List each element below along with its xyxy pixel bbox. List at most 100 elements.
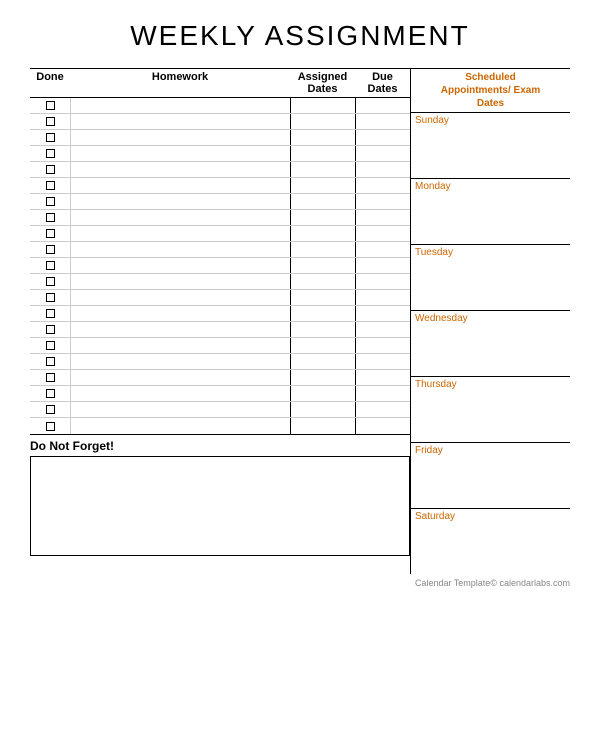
checkbox[interactable] [46, 293, 55, 302]
cell-homework[interactable] [70, 386, 290, 401]
cell-homework[interactable] [70, 130, 290, 145]
cell-homework[interactable] [70, 146, 290, 161]
cell-homework[interactable] [70, 338, 290, 353]
checkbox[interactable] [46, 277, 55, 286]
checkbox[interactable] [46, 373, 55, 382]
cell-homework[interactable] [70, 354, 290, 369]
checkbox[interactable] [46, 101, 55, 110]
cell-due[interactable] [355, 98, 410, 113]
checkbox[interactable] [46, 197, 55, 206]
cell-assigned[interactable] [290, 194, 355, 209]
cell-due[interactable] [355, 402, 410, 417]
cell-homework[interactable] [70, 194, 290, 209]
cell-assigned[interactable] [290, 226, 355, 241]
cell-assigned[interactable] [290, 418, 355, 434]
checkbox[interactable] [46, 245, 55, 254]
cell-done [30, 422, 70, 431]
cell-assigned[interactable] [290, 178, 355, 193]
checkbox[interactable] [46, 133, 55, 142]
cell-due[interactable] [355, 162, 410, 177]
cell-assigned[interactable] [290, 338, 355, 353]
cell-due[interactable] [355, 130, 410, 145]
cell-due[interactable] [355, 274, 410, 289]
cell-due[interactable] [355, 194, 410, 209]
cell-homework[interactable] [70, 162, 290, 177]
cell-assigned[interactable] [290, 274, 355, 289]
cell-due[interactable] [355, 178, 410, 193]
cell-assigned[interactable] [290, 146, 355, 161]
day-space-sunday[interactable] [411, 128, 570, 178]
cell-assigned[interactable] [290, 306, 355, 321]
checkbox[interactable] [46, 213, 55, 222]
cell-due[interactable] [355, 290, 410, 305]
checkbox[interactable] [46, 325, 55, 334]
checkbox[interactable] [46, 229, 55, 238]
cell-due[interactable] [355, 258, 410, 273]
cell-due[interactable] [355, 386, 410, 401]
cell-assigned[interactable] [290, 386, 355, 401]
cell-due[interactable] [355, 354, 410, 369]
cell-due[interactable] [355, 418, 410, 434]
day-space-tuesday[interactable] [411, 260, 570, 310]
cell-homework[interactable] [70, 306, 290, 321]
cell-assigned[interactable] [290, 242, 355, 257]
table-row [30, 306, 410, 322]
checkbox[interactable] [46, 149, 55, 158]
cell-homework[interactable] [70, 322, 290, 337]
cell-due[interactable] [355, 306, 410, 321]
cell-assigned[interactable] [290, 114, 355, 129]
cell-homework[interactable] [70, 178, 290, 193]
cell-assigned[interactable] [290, 402, 355, 417]
day-space-saturday[interactable] [411, 524, 570, 574]
day-space-monday[interactable] [411, 194, 570, 244]
cell-homework[interactable] [70, 258, 290, 273]
checkbox[interactable] [46, 422, 55, 431]
cell-homework[interactable] [70, 274, 290, 289]
cell-homework[interactable] [70, 290, 290, 305]
cell-due[interactable] [355, 210, 410, 225]
cell-done [30, 389, 70, 398]
day-space-friday[interactable] [411, 458, 570, 508]
checkbox[interactable] [46, 341, 55, 350]
checkbox[interactable] [46, 117, 55, 126]
cell-assigned[interactable] [290, 98, 355, 113]
cell-homework[interactable] [70, 210, 290, 225]
day-space-wednesday[interactable] [411, 326, 570, 376]
cell-assigned[interactable] [290, 354, 355, 369]
cell-due[interactable] [355, 370, 410, 385]
cell-homework[interactable] [70, 114, 290, 129]
cell-due[interactable] [355, 146, 410, 161]
header-assigned-dates: AssignedDates [290, 71, 355, 95]
cell-homework[interactable] [70, 370, 290, 385]
cell-due[interactable] [355, 242, 410, 257]
cell-due[interactable] [355, 338, 410, 353]
cell-assigned[interactable] [290, 290, 355, 305]
checkbox[interactable] [46, 405, 55, 414]
cell-homework[interactable] [70, 226, 290, 241]
cell-assigned[interactable] [290, 322, 355, 337]
cell-assigned[interactable] [290, 258, 355, 273]
cell-homework[interactable] [70, 402, 290, 417]
table-row [30, 418, 410, 434]
day-space-thursday[interactable] [411, 392, 570, 442]
checkbox[interactable] [46, 181, 55, 190]
cell-due[interactable] [355, 226, 410, 241]
checkbox[interactable] [46, 261, 55, 270]
table-row [30, 178, 410, 194]
cell-assigned[interactable] [290, 130, 355, 145]
checkbox[interactable] [46, 357, 55, 366]
cell-assigned[interactable] [290, 370, 355, 385]
day-label-tuesday: Tuesday [411, 245, 570, 260]
checkbox[interactable] [46, 389, 55, 398]
cell-homework[interactable] [70, 98, 290, 113]
checkbox[interactable] [46, 309, 55, 318]
cell-assigned[interactable] [290, 210, 355, 225]
cell-homework[interactable] [70, 242, 290, 257]
table-row [30, 386, 410, 402]
cell-assigned[interactable] [290, 162, 355, 177]
cell-homework[interactable] [70, 418, 290, 434]
cell-due[interactable] [355, 114, 410, 129]
checkbox[interactable] [46, 165, 55, 174]
do-not-forget-box[interactable] [30, 456, 410, 556]
cell-due[interactable] [355, 322, 410, 337]
